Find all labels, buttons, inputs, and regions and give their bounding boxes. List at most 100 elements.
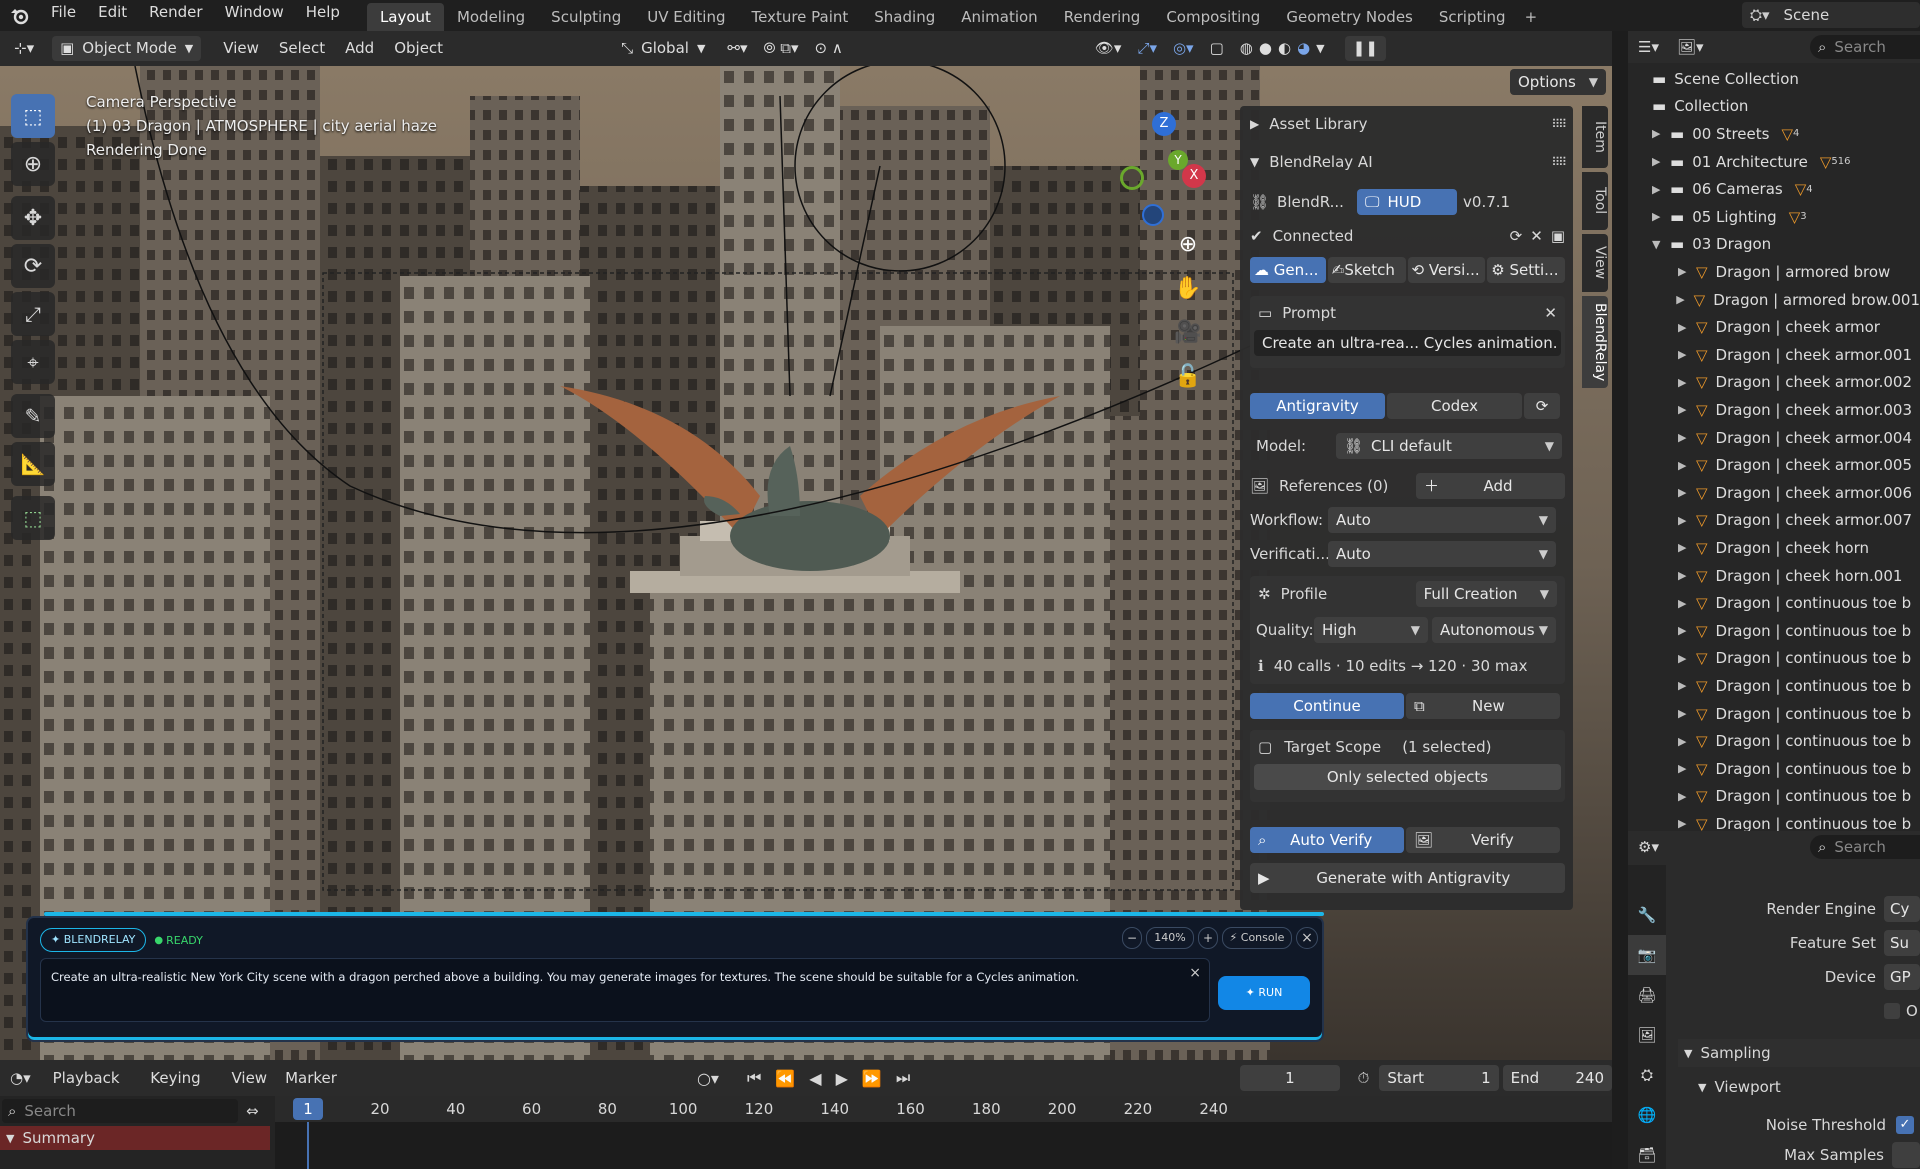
neg-z-axis-icon[interactable] xyxy=(1142,204,1164,226)
tab-generate[interactable]: ☁ Gen... xyxy=(1250,257,1326,283)
tab-compositing[interactable]: Compositing xyxy=(1153,3,1273,31)
quality-dropdown[interactable]: High ▼ xyxy=(1314,617,1428,643)
collection-props-icon[interactable]: 🗃 xyxy=(1628,1135,1666,1169)
annotate-tool[interactable]: ✎ xyxy=(11,394,55,438)
tab-geometry-nodes[interactable]: Geometry Nodes xyxy=(1273,3,1426,31)
hud-button[interactable]: 🖵 HUD xyxy=(1357,189,1458,215)
prev-keyframe-icon[interactable]: ⏪ xyxy=(775,1069,795,1088)
outliner-editor-icon[interactable]: ☰▾ xyxy=(1638,38,1659,56)
asset-library-header[interactable]: ▶ Asset Library ⠿⠿ xyxy=(1250,110,1567,138)
world-props-icon[interactable]: 🌐 xyxy=(1628,1095,1666,1135)
chevron-right-icon[interactable]: ▶ xyxy=(1678,541,1696,554)
outliner-object-row[interactable]: ▶ ▽ Dragon | armored brow xyxy=(1628,258,1920,286)
menu-edit[interactable]: Edit xyxy=(87,0,138,31)
osl-checkbox[interactable] xyxy=(1884,1003,1900,1019)
transform-tool[interactable]: ⌖ xyxy=(11,340,55,384)
current-frame-field[interactable]: 1 xyxy=(1240,1065,1340,1091)
outliner-collection-4[interactable]: ▼ ▬ 03 Dragon xyxy=(1628,231,1920,259)
editor-type-button[interactable]: ⊹▾ xyxy=(6,36,42,61)
options-dropdown[interactable]: Options ▼ xyxy=(1510,69,1606,95)
chevron-right-icon[interactable]: ▶ xyxy=(1678,348,1696,361)
chevron-right-icon[interactable]: ▶ xyxy=(1678,321,1696,334)
tab-rendering[interactable]: Rendering xyxy=(1051,3,1154,31)
outliner-object-row[interactable]: ▶ ▽ Dragon | cheek armor.003 xyxy=(1628,396,1920,424)
outliner-object-row[interactable]: ▶ ▽ Dragon | cheek armor.001 xyxy=(1628,341,1920,369)
outliner-collection-0[interactable]: ▶ ▬ 00 Streets ▽ 4 xyxy=(1628,120,1920,148)
overlays-toggle[interactable]: ◎▾ xyxy=(1165,36,1202,61)
close-icon[interactable]: ✕ xyxy=(1530,227,1543,245)
generate-button[interactable]: ▶ Generate with Antigravity xyxy=(1250,863,1565,893)
cursor-tool[interactable]: ⊕ xyxy=(11,142,55,186)
chevron-right-icon[interactable]: ▶ xyxy=(1652,183,1670,196)
outliner-object-row[interactable]: ▶ ▽ Dragon | continuous toe b xyxy=(1628,617,1920,645)
chevron-right-icon[interactable]: ▶ xyxy=(1678,652,1696,665)
menu-object[interactable]: Object xyxy=(386,36,451,61)
menu-marker[interactable]: Marker xyxy=(277,1066,345,1091)
new-session-button[interactable]: ⧉ New xyxy=(1406,693,1560,719)
zoom-in-button[interactable]: + xyxy=(1198,927,1218,949)
display-mode-icon[interactable]: 🖼▾ xyxy=(1677,38,1704,56)
xray-toggle[interactable]: ▢ xyxy=(1202,36,1232,61)
menu-help[interactable]: Help xyxy=(295,0,351,31)
chevron-right-icon[interactable]: ▶ xyxy=(1678,735,1696,748)
output-props-icon[interactable]: 🖨 xyxy=(1628,975,1666,1015)
tab-animation[interactable]: Animation xyxy=(948,3,1050,31)
view-layer-props-icon[interactable]: 🖼 xyxy=(1628,1015,1666,1055)
mode-dropdown[interactable]: ▣ Object Mode ▼ xyxy=(52,36,202,61)
outliner-object-row[interactable]: ▶ ▽ Dragon | continuous toe b xyxy=(1628,645,1920,673)
next-keyframe-icon[interactable]: ⏩ xyxy=(862,1069,882,1088)
scene-selector[interactable]: ⛭▾ Scene xyxy=(1742,2,1920,28)
solid-shading-icon[interactable]: ● xyxy=(1259,36,1272,61)
zoom-icon[interactable]: ⊕ xyxy=(1170,232,1206,276)
chevron-right-icon[interactable]: ▶ xyxy=(1676,293,1693,306)
chevron-down-icon[interactable]: ▼ xyxy=(1652,238,1670,251)
tab-sketch[interactable]: ✍Sketch xyxy=(1327,257,1406,283)
camera-view-icon[interactable]: 🎥 xyxy=(1170,320,1206,364)
outliner-object-row[interactable]: ▶ ▽ Dragon | continuous toe b xyxy=(1628,589,1920,617)
end-frame-field[interactable]: End 240 xyxy=(1502,1065,1612,1091)
menu-file[interactable]: File xyxy=(40,0,87,31)
refresh-engines-button[interactable]: ⟳ xyxy=(1524,393,1560,419)
outliner-object-row[interactable]: ▶ ▽ Dragon | continuous toe b xyxy=(1628,783,1920,811)
sidebar-tab-tool[interactable]: Tool xyxy=(1582,172,1608,230)
outliner-object-row[interactable]: ▶ ▽ Dragon | cheek armor.006 xyxy=(1628,479,1920,507)
measure-tool[interactable]: 📐 xyxy=(11,442,55,486)
chevron-right-icon[interactable]: ▶ xyxy=(1678,569,1696,582)
menu-timeline-view[interactable]: View xyxy=(223,1066,275,1091)
blendrelay-header[interactable]: ▼ BlendRelay AI ⠿⠿ xyxy=(1250,148,1567,176)
scale-tool[interactable]: ⤢ xyxy=(11,292,55,336)
rotate-tool[interactable]: ⟳ xyxy=(11,244,55,288)
visibility-button[interactable]: 👁▾ xyxy=(1087,36,1130,61)
continue-button[interactable]: Continue xyxy=(1250,693,1404,719)
max-samples-field[interactable] xyxy=(1892,1142,1920,1168)
add-workspace-button[interactable]: + xyxy=(1519,3,1544,31)
navigation-gizmo[interactable]: Z Y X xyxy=(1120,112,1230,242)
engine-codex[interactable]: Codex xyxy=(1387,393,1522,419)
verification-dropdown[interactable]: Auto ▼ xyxy=(1328,541,1556,567)
timeline-editor-icon[interactable]: ◔▾ xyxy=(10,1069,31,1087)
chevron-right-icon[interactable]: ▶ xyxy=(1678,624,1696,637)
lock-camera-icon[interactable]: 🔓 xyxy=(1170,364,1206,408)
profile-dropdown[interactable]: Full Creation ▼ xyxy=(1415,581,1557,607)
outliner-object-row[interactable]: ▶ ▽ Dragon | cheek horn.001 xyxy=(1628,562,1920,590)
noise-threshold-checkbox[interactable]: ✓ xyxy=(1896,1116,1914,1134)
chevron-right-icon[interactable]: ▶ xyxy=(1678,679,1696,692)
tab-settings[interactable]: ⚙ Setti... xyxy=(1487,257,1565,283)
chevron-right-icon[interactable]: ▶ xyxy=(1678,707,1696,720)
properties-search[interactable]: ⌕ Search xyxy=(1810,835,1920,859)
feature-set-dropdown[interactable]: Su xyxy=(1884,930,1920,956)
chevron-right-icon[interactable]: ▶ xyxy=(1652,210,1670,223)
auto-verify-toggle[interactable]: ⌕ Auto Verify xyxy=(1250,827,1404,853)
outliner-object-row[interactable]: ▶ ▽ Dragon | continuous toe b xyxy=(1628,672,1920,700)
properties-editor-icon[interactable]: ⚙▾ xyxy=(1638,838,1659,856)
outliner-object-row[interactable]: ▶ ▽ Dragon | cheek armor xyxy=(1628,313,1920,341)
tab-scripting[interactable]: Scripting xyxy=(1426,3,1519,31)
summary-channel[interactable]: ▼ Summary xyxy=(0,1126,270,1150)
material-shading-icon[interactable]: ◐ xyxy=(1278,36,1291,61)
chevron-right-icon[interactable]: ▶ xyxy=(1678,376,1696,389)
outliner-search[interactable]: ⌕ Search xyxy=(1810,35,1920,59)
outliner-collection-1[interactable]: ▶ ▬ 01 Architecture ▽ 516 xyxy=(1628,148,1920,176)
only-selected-toggle[interactable]: Only selected objects xyxy=(1254,764,1561,790)
hud-prompt-input[interactable]: Create an ultra-realistic New York City … xyxy=(40,958,1210,1022)
gizmo-toggle[interactable]: ⤢▾ xyxy=(1129,36,1165,61)
